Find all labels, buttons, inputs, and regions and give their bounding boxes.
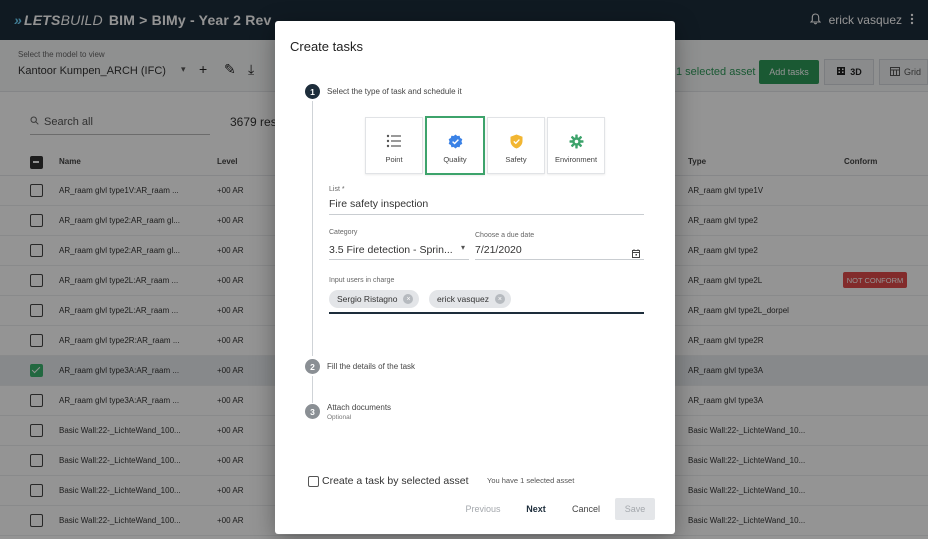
user-chip-label: erick vasquez [437, 294, 489, 304]
gear-icon [548, 134, 604, 149]
step-connector [312, 376, 313, 403]
task-type-label: Environment [554, 155, 598, 164]
users-in-charge-label: Input users in charge [329, 277, 395, 284]
chevron-down-icon[interactable]: ▾ [461, 243, 465, 252]
task-type-selector: Point Quality Safety Environment [365, 116, 605, 175]
user-chip[interactable]: erick vasquez × [429, 290, 511, 308]
step-1-indicator: 1 [305, 84, 320, 99]
remove-chip-icon[interactable]: × [494, 294, 505, 304]
step-3-label[interactable]: Attach documents [327, 403, 391, 412]
list-icon [366, 134, 422, 148]
category-select[interactable]: 3.5 Fire detection - Sprin... [329, 244, 453, 256]
verified-badge-icon [427, 134, 483, 149]
users-input-underline[interactable] [329, 312, 644, 314]
due-date-field[interactable]: 7/21/2020 [475, 244, 522, 256]
selected-asset-note: You have 1 selected asset [487, 476, 575, 485]
step-2-label[interactable]: Fill the details of the task [327, 362, 415, 371]
task-type-environment[interactable]: Environment [547, 117, 605, 174]
step-1-label: Select the type of task and schedule it [327, 87, 462, 96]
create-by-asset-label[interactable]: Create a task by selected asset [322, 475, 469, 487]
remove-chip-icon[interactable]: × [403, 294, 414, 304]
category-underline [329, 259, 469, 260]
task-type-point[interactable]: Point [365, 117, 423, 174]
task-type-label: Quality [443, 155, 467, 164]
category-label: Category [329, 229, 358, 236]
shield-icon [488, 134, 544, 149]
user-chip-label: Sergio Ristagno [337, 294, 398, 304]
step-3-optional: Optional [327, 414, 352, 421]
previous-button[interactable]: Previous [458, 498, 508, 520]
list-field[interactable]: Fire safety inspection [329, 198, 428, 210]
list-field-underline [329, 214, 644, 215]
task-type-label: Point [385, 155, 403, 164]
due-date-underline [475, 259, 644, 260]
due-date-label: Choose a due date [475, 232, 535, 239]
create-tasks-dialog: Create tasks 1 Select the type of task a… [275, 21, 675, 534]
create-by-asset-checkbox[interactable] [308, 476, 319, 487]
task-type-safety[interactable]: Safety [487, 117, 545, 174]
dialog-title: Create tasks [290, 39, 363, 54]
user-chip[interactable]: Sergio Ristagno × [329, 290, 420, 308]
step-2-indicator: 2 [305, 359, 320, 374]
list-field-label: List * [329, 186, 345, 193]
task-type-quality[interactable]: Quality [425, 116, 485, 175]
cancel-button[interactable]: Cancel [563, 498, 609, 520]
calendar-icon[interactable] [632, 245, 640, 263]
save-button[interactable]: Save [615, 498, 655, 520]
task-type-label: Safety [505, 155, 527, 164]
step-connector [312, 101, 313, 356]
step-3-indicator: 3 [305, 404, 320, 419]
next-button[interactable]: Next [515, 498, 557, 520]
